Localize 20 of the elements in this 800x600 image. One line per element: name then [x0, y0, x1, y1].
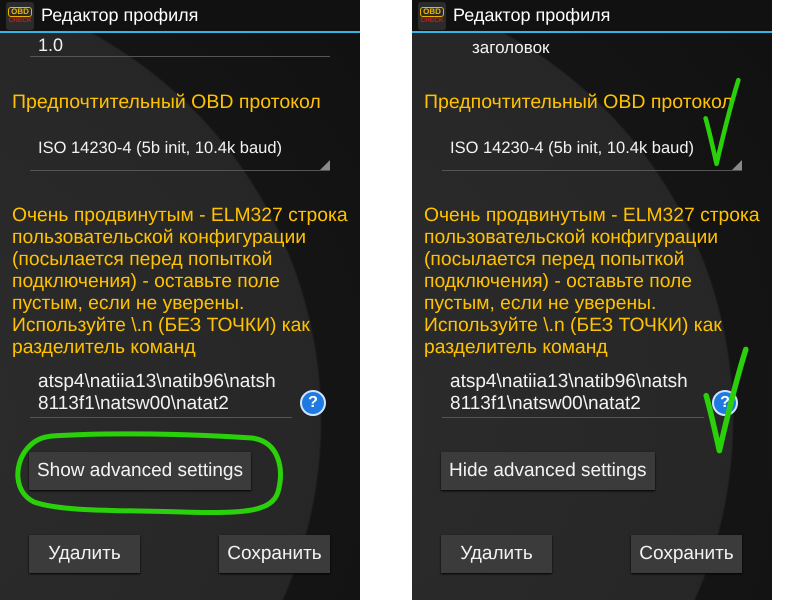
advanced-settings-button[interactable]: Show advanced settings	[29, 452, 251, 490]
action-button[interactable]: Сохранить	[219, 535, 330, 573]
init-string-field[interactable]: atsp4\natiia13\natib96\natsh8113f1\natsw00\natat2	[30, 371, 292, 418]
action-button[interactable]: Удалить	[29, 535, 140, 573]
protocol-label: Предпочтительный OBD протокол	[11, 91, 322, 114]
init-string-field[interactable]: atsp4\natiia13\natib96\natsh8113f1\natsw00\natat2	[442, 371, 704, 418]
advanced-note: Очень продвинутым - ELM327 строка пользовательской конфигурации (посылается перед попыткой подключения) - оставьте поле пустым, если не уверены. Используйте \.n (БЕЗ ТОЧКИ) как разделитель команд	[11, 205, 349, 359]
help-icon[interactable]: ?	[300, 390, 326, 416]
logo-text: OBD	[8, 6, 32, 17]
screen-title: Редактор профиля	[453, 5, 610, 26]
checkbox-label: заголовок	[471, 37, 550, 59]
advanced-note: Очень продвинутым - ELM327 строка пользовательской конфигурации (посылается перед попыткой подключения) - оставьте поле пустым, если не уверены. Используйте \.n (БЕЗ ТОЧКИ) как разделитель команд	[423, 205, 761, 359]
advanced-settings-button[interactable]: Hide advanced settings	[441, 452, 655, 490]
action-button[interactable]: Сохранить	[631, 535, 742, 573]
screen-title: Редактор профиля	[41, 5, 198, 26]
logo-text: OBD	[420, 6, 444, 17]
protocol-dropdown[interactable]: ISO 14230-4 (5b init, 10.4k baud)	[30, 126, 330, 171]
protocol-dropdown[interactable]: ISO 14230-4 (5b init, 10.4k baud)	[442, 126, 742, 171]
action-button[interactable]: Удалить	[441, 535, 552, 573]
value-field[interactable]: 1.0	[30, 33, 330, 57]
